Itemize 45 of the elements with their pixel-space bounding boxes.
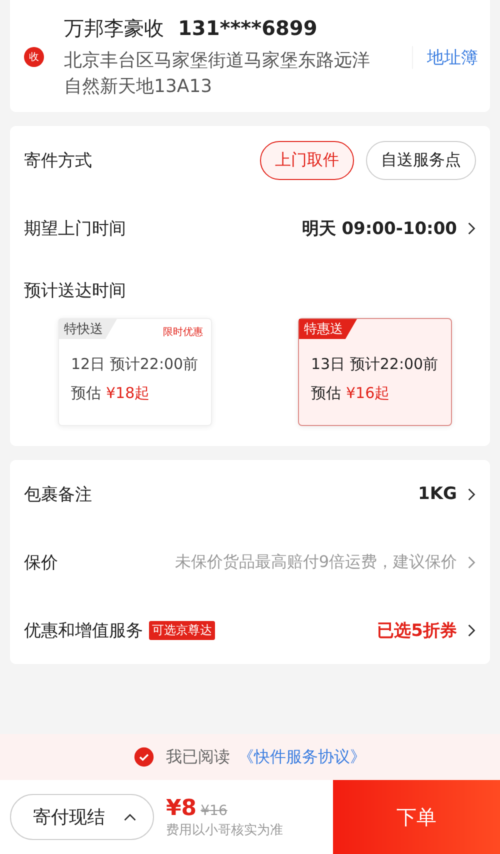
agreement-link[interactable]: 《快件服务协议》 (238, 746, 366, 768)
promo-label: 限时优惠 (163, 326, 203, 339)
pickup-time-label: 期望上门时间 (24, 218, 126, 240)
send-method-option[interactable]: 上门取件 (260, 140, 354, 180)
receiver-name: 万邦李豪收 (64, 14, 164, 42)
original-price: ¥16 (200, 802, 228, 818)
row-label: 包裹备注 (24, 484, 92, 506)
delivery-label: 预计送达时间 (24, 280, 126, 302)
price-note: 费用以小哥核实为准 (166, 822, 283, 838)
service-badge: 可选京尊达 (149, 620, 215, 640)
payment-method-button[interactable]: 寄付现结 (10, 794, 154, 840)
estimate-label: 预估 (311, 384, 341, 403)
submit-button[interactable]: 下单 (333, 780, 500, 854)
option-row[interactable]: 优惠和增值服务 可选京尊达 已选5折券 (24, 596, 476, 664)
delivery-option-card[interactable]: 特快送 限时优惠 12日 预计22:00前 预估 ¥18起 (58, 318, 212, 426)
total-price: ¥8 (166, 796, 197, 820)
row-value: 未保价货品最高赔付9倍运费，建议保价 (174, 552, 457, 572)
option-row[interactable]: 包裹备注 1KG (24, 460, 476, 528)
receiver-icon: 收 (24, 47, 44, 67)
row-label: 优惠和增值服务 (24, 620, 143, 642)
caret-icon (123, 812, 137, 822)
delivery-option-card[interactable]: 特惠送 13日 预计22:00前 预估 ¥16起 (298, 318, 452, 426)
send-method-option[interactable]: 自送服务点 (366, 140, 476, 180)
arrival-time: 13日 预计22:00前 (311, 355, 440, 374)
delivery-tag: 特惠送 (299, 319, 357, 339)
estimate-label: 预估 (71, 384, 101, 403)
row-value: 已选5折券 (377, 620, 457, 642)
estimate-price: ¥18起 (106, 384, 150, 403)
row-label: 保价 (24, 552, 58, 574)
receiver-address: 北京丰台区马家堡街道马家堡东路远洋自然新天地13A13 (64, 48, 371, 98)
checkbox[interactable] (134, 747, 154, 767)
chevron-icon (467, 220, 476, 236)
chevron-icon (467, 486, 476, 502)
option-row[interactable]: 保价 未保价货品最高赔付9倍运费，建议保价 (24, 528, 476, 596)
arrival-time: 12日 预计22:00前 (71, 355, 200, 374)
receiver-phone: 131****6899 (178, 16, 318, 40)
row-value: 1KG (418, 484, 457, 504)
chevron-icon (467, 554, 476, 570)
estimate-price: ¥16起 (346, 384, 390, 403)
address-book-link[interactable]: 地址簿 (412, 46, 478, 68)
pickup-time-value[interactable]: 明天 09:00-10:00 (302, 216, 457, 240)
agreement-text: 我已阅读 (166, 746, 230, 768)
chevron-icon (467, 622, 476, 638)
delivery-tag: 特快送 (59, 319, 117, 339)
send-method-label: 寄件方式 (24, 150, 92, 172)
